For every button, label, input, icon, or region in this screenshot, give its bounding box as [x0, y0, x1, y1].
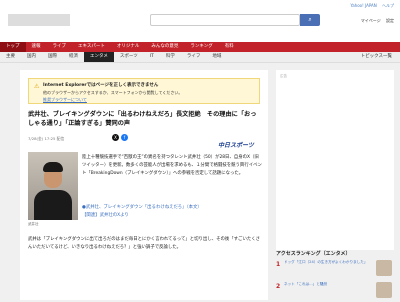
sidebar: 広告 アクセスランキング（エンタメ） 1 ドッグ「江口（24）の生き方がよくわか… [276, 70, 394, 300]
user-menu: マイページ 設定 [357, 18, 394, 24]
tab-science[interactable]: 科学 [160, 52, 181, 62]
tab-economy[interactable]: 経済 [63, 52, 84, 62]
nav-ranking[interactable]: ランキング [184, 42, 218, 52]
ranking-text[interactable]: ネット「これは…」と騒然 [284, 282, 374, 287]
browser-notice: ⚠ Internet Explorerではページを正しく表示できません 他のブラ… [28, 78, 260, 104]
article-date: 7/28(金) 17:25 配信 [28, 136, 65, 141]
related-link[interactable]: 【関連】武井壮のXより [82, 212, 262, 220]
article-quote: 武井は「ブレイキングダウンに出て出ろだのはまだ毎日とにかく言われてるって」と切り… [28, 237, 261, 251]
tab-domestic[interactable]: 国内 [21, 52, 42, 62]
related-links: ●武井壮、ブレイキングダウン「出るわけねえだろ」（本文） 【関連】武井壮のXより [82, 204, 262, 220]
facebook-share-icon[interactable]: f [121, 134, 128, 141]
search-button[interactable]: ⌕ [300, 14, 320, 26]
site-logo[interactable] [8, 14, 70, 26]
top-link-yahoo[interactable]: Yahoo! JAPAN [350, 3, 376, 8]
tab-international[interactable]: 国際 [42, 52, 63, 62]
nav-paid[interactable]: 有料 [219, 42, 240, 52]
photo-caption: 武井壮 [28, 222, 39, 226]
tab-it[interactable]: IT [144, 52, 160, 62]
top-links: Yahoo! JAPAN ヘルプ [346, 3, 394, 9]
ad-box[interactable]: 広告 [276, 70, 394, 250]
nav-top[interactable]: トップ [0, 42, 26, 52]
settings-link[interactable]: 設定 [386, 18, 394, 23]
ranking-item[interactable]: 2 ネット「これは…」と騒然 [276, 282, 394, 302]
topics-list-link[interactable]: トピックス一覧 [361, 52, 392, 62]
primary-nav: トップ 速報 ライブ エキスパート オリジナル みんなの意見 ランキング 有料 [0, 42, 400, 52]
notice-link[interactable]: 推奨ブラウザーについて [43, 97, 87, 103]
tab-main[interactable]: 主要 [0, 52, 21, 62]
source-logo[interactable]: 中日スポーツ [218, 132, 260, 149]
source-name: 中日スポーツ [218, 142, 254, 149]
warning-icon: ⚠ [34, 83, 40, 90]
ranking-thumbnail[interactable] [376, 282, 392, 298]
ranking-number: 1 [276, 261, 281, 268]
article-panel: ⚠ Internet Explorerではページを正しく表示できません 他のブラ… [20, 70, 268, 300]
tab-sports[interactable]: スポーツ [114, 52, 144, 62]
tab-local[interactable]: 地域 [206, 52, 227, 62]
nav-live[interactable]: ライブ [47, 42, 73, 52]
ranking-number: 2 [276, 283, 281, 290]
ranking-text[interactable]: ドッグ「江口（24）の生き方がよくわかりました」 [284, 260, 374, 265]
search-icon: ⌕ [308, 16, 312, 23]
mypage-link[interactable]: マイページ [361, 18, 381, 23]
search-input[interactable] [150, 14, 300, 26]
ranking-thumbnail[interactable] [376, 260, 392, 276]
article-body: 陸上十種競技選手で“百獣の王”の異名を持つタレント武井壮（50）が28日、自身の… [82, 155, 262, 177]
x-share-icon[interactable]: X [112, 134, 119, 141]
related-link[interactable]: ●武井壮、ブレイキングダウン「出るわけねえだろ」（本文） [82, 204, 262, 212]
nav-expert[interactable]: エキスパート [72, 42, 111, 52]
ranking-item[interactable]: 1 ドッグ「江口（24）の生き方がよくわかりました」 [276, 260, 394, 280]
article-photo[interactable] [28, 152, 78, 220]
article-headline: 武井壮、ブレイキングダウンに「出るわけねえだろ」長文拒絶 その理由に「おっしゃる… [28, 111, 257, 127]
ranking-title: アクセスランキング（エンタメ） [276, 251, 351, 257]
ad-label: 広告 [280, 74, 287, 78]
nav-original[interactable]: オリジナル [111, 42, 146, 52]
notice-title: Internet Explorerではページを正しく表示できません [43, 83, 159, 88]
top-link-help[interactable]: ヘルプ [382, 3, 394, 8]
tab-life[interactable]: ライフ [181, 52, 207, 62]
nav-sokuho[interactable]: 速報 [26, 42, 47, 52]
nav-opinion[interactable]: みんなの意見 [145, 42, 184, 52]
site-header: Yahoo! JAPAN ヘルプ ⌕ マイページ 設定 [0, 0, 400, 42]
secondary-nav: 主要 国内 国際 経済 エンタメ スポーツ IT 科学 ライフ 地域 トピックス… [0, 52, 400, 63]
tab-entertainment[interactable]: エンタメ [84, 52, 114, 62]
notice-text: 他のブラウザーからアクセスするか、スマートフォンから閲覧してください。 [43, 90, 183, 95]
